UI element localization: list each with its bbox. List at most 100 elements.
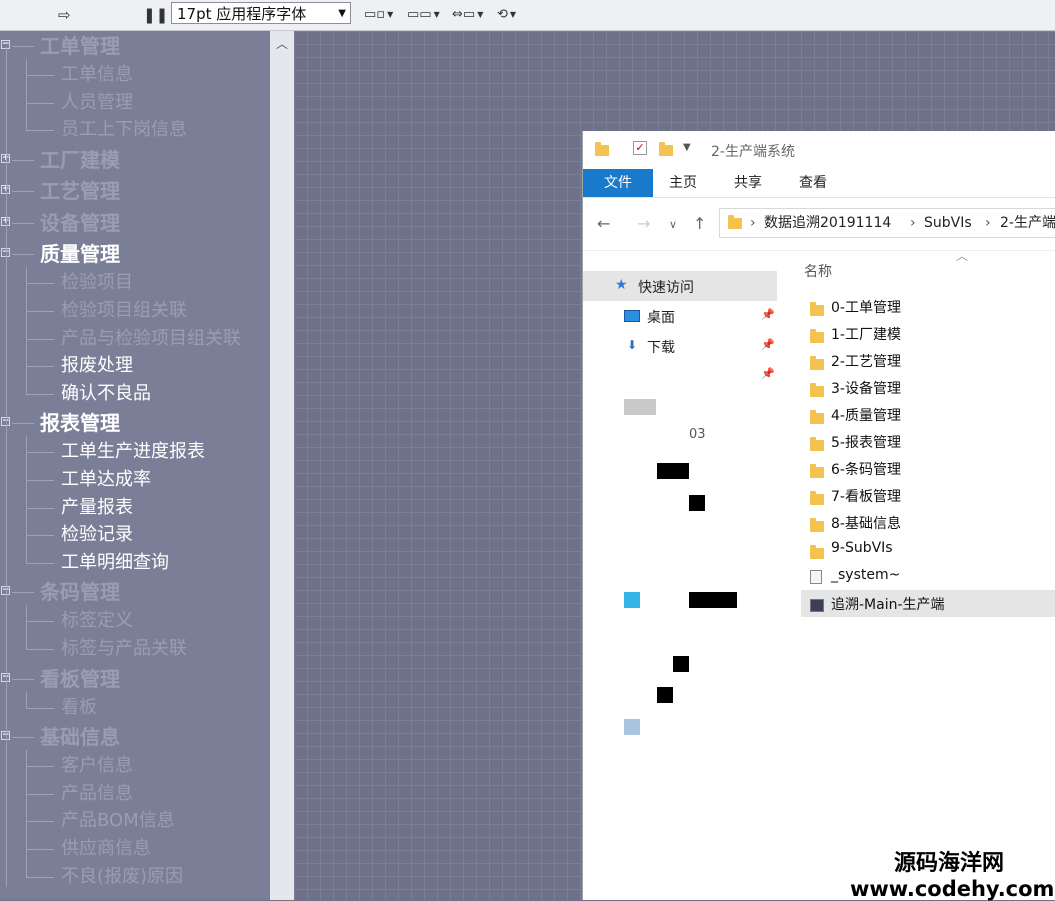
tree-category[interactable]: −基础信息 <box>0 724 270 750</box>
file-icon-wrapper <box>810 301 824 320</box>
file-icon-wrapper <box>810 436 824 455</box>
tree-category[interactable]: −报表管理 <box>0 410 270 436</box>
file-list-item[interactable]: 7-看板管理 <box>801 482 1055 509</box>
file-list-item[interactable]: 1-工厂建模 <box>801 320 1055 347</box>
tree-item[interactable]: 工单生产进度报表 <box>0 439 270 465</box>
folder-icon <box>810 302 824 316</box>
tree-item-label: 员工上下岗信息 <box>61 119 187 141</box>
tree-category[interactable]: +工厂建模 <box>0 147 270 173</box>
file-name: 9-SubVIs <box>831 540 893 556</box>
tab-file[interactable]: 文件 <box>583 169 653 197</box>
scroll-up-icon[interactable]: ︿ <box>276 35 288 52</box>
file-list-item[interactable]: 0-工单管理 <box>801 293 1055 320</box>
address-bar[interactable]: › 数据追溯20191114 › SubVIs › 2-生产端 <box>719 208 1055 238</box>
tree-item[interactable]: 人员管理 <box>0 90 270 116</box>
file-list-item[interactable]: 追溯-Main-生产端 <box>801 590 1055 617</box>
tab-share[interactable]: 共享 <box>734 169 762 197</box>
tree-category[interactable]: +设备管理 <box>0 210 270 236</box>
file-name: 0-工单管理 <box>831 300 901 316</box>
font-select[interactable]: 17pt 应用程序字体 ▼ <box>171 2 351 24</box>
tree-category[interactable]: +工艺管理 <box>0 178 270 204</box>
breadcrumb-part[interactable]: 数据追溯20191114 <box>764 209 891 237</box>
align-icon[interactable]: ▭▫ ▼ <box>364 4 393 24</box>
tree-item[interactable]: 检验项目组关联 <box>0 298 270 324</box>
redaction-block <box>689 592 737 608</box>
tree-item[interactable]: 供应商信息 <box>0 836 270 862</box>
tree-item-label: 看板 <box>61 696 97 718</box>
tree-scrollbar[interactable]: ︿ <box>270 31 294 900</box>
nav-item-desktop[interactable]: 桌面 📌 <box>583 303 777 329</box>
redaction-block <box>657 687 673 703</box>
tree-item[interactable]: 工单信息 <box>0 62 270 88</box>
file-name: 8-基础信息 <box>831 516 901 532</box>
tree-category[interactable]: −条码管理 <box>0 579 270 605</box>
file-name: 1-工厂建模 <box>831 327 901 343</box>
tree-item-label: 工单生产进度报表 <box>61 441 205 463</box>
tree-connector <box>12 159 34 161</box>
tree-item[interactable]: 工单明细查询 <box>0 550 270 576</box>
tree-item-label: 标签与产品关联 <box>61 637 187 659</box>
tree-category[interactable]: − 工单管理 <box>0 33 270 59</box>
tree-item[interactable]: 员工上下岗信息 <box>0 117 270 143</box>
tree-item[interactable]: 标签与产品关联 <box>0 636 270 662</box>
tree-category[interactable]: −质量管理 <box>0 241 270 267</box>
tree-connector <box>12 222 34 224</box>
tree-item[interactable]: 产量报表 <box>0 495 270 521</box>
tree-connector <box>12 737 34 739</box>
nav-item-quick-access[interactable]: ★ 快速访问 <box>583 271 777 301</box>
reorder-icon[interactable]: ⟲ ▼ <box>497 4 516 24</box>
tab-view[interactable]: 查看 <box>799 169 827 197</box>
distribute-icon[interactable]: ▭▭ ▼ <box>407 4 440 24</box>
file-list-item[interactable]: 4-质量管理 <box>801 401 1055 428</box>
tree-connector <box>26 75 54 76</box>
file-list-item[interactable]: 5-报表管理 <box>801 428 1055 455</box>
file-name: 3-设备管理 <box>831 381 901 397</box>
file-name: 追溯-Main-生产端 <box>831 597 945 613</box>
file-list-item[interactable]: 3-设备管理 <box>801 374 1055 401</box>
tree-item[interactable]: 产品信息 <box>0 781 270 807</box>
forward-arrow-icon[interactable]: → <box>637 214 650 233</box>
tree-item[interactable]: 确认不良品 <box>0 381 270 407</box>
customize-dropdown-icon[interactable]: ▼ <box>683 142 691 153</box>
tree-item[interactable]: 客户信息 <box>0 753 270 779</box>
pin-icon[interactable]: 📌 <box>761 338 775 351</box>
resize-icon[interactable]: ⇔▭ ▼ <box>452 4 483 24</box>
file-list-item[interactable]: 8-基础信息 <box>801 509 1055 536</box>
tree-item[interactable]: 不良(报废)原因 <box>0 864 270 890</box>
file-list-item[interactable]: 2-工艺管理 <box>801 347 1055 374</box>
tree-item[interactable]: 检验记录 <box>0 522 270 548</box>
new-folder-icon[interactable] <box>659 142 673 156</box>
module-tree: −工单管理工单信息人员管理员工上下岗信息 +工厂建模 +工艺管理 +设备管理 −质量管理… <box>0 31 270 900</box>
file-name: _system~ <box>831 567 901 583</box>
file-name: 7-看板管理 <box>831 489 901 505</box>
tree-item[interactable]: 标签定义 <box>0 608 270 634</box>
tree-item[interactable]: 产品与检验项目组关联 <box>0 326 270 352</box>
tree-item[interactable]: 检验项目 <box>0 270 270 296</box>
pause-icon[interactable]: ❚❚ <box>143 6 168 24</box>
back-arrow-icon[interactable]: ← <box>597 214 610 233</box>
pin-icon[interactable]: 📌 <box>761 367 775 380</box>
tree-connector <box>6 47 7 887</box>
file-list-item[interactable]: 6-条码管理 <box>801 455 1055 482</box>
tree-item[interactable]: 产品BOM信息 <box>0 808 270 834</box>
tab-home[interactable]: 主页 <box>669 169 697 197</box>
up-arrow-icon[interactable]: ↑ <box>693 214 706 233</box>
recent-dropdown-icon[interactable]: ∨ <box>669 218 677 231</box>
properties-check-icon[interactable]: ✓ <box>633 141 647 155</box>
tree-category[interactable]: −看板管理 <box>0 666 270 692</box>
pin-icon[interactable]: 📌 <box>761 308 775 321</box>
breadcrumb-part[interactable]: SubVIs <box>924 209 972 237</box>
tree-item[interactable]: 看板 <box>0 695 270 721</box>
file-list-item[interactable]: 9-SubVIs <box>801 536 1055 563</box>
tree-connector <box>12 46 34 47</box>
nav-item-downloads[interactable]: ⬇ 下载 📌 <box>583 333 777 359</box>
breadcrumb-part[interactable]: 2-生产端 <box>1000 209 1055 237</box>
chevron-right-icon: › <box>985 215 991 231</box>
tree-item[interactable]: 报废处理 <box>0 353 270 379</box>
folder-icon <box>810 329 824 343</box>
file-list-item[interactable]: _system~ <box>801 563 1055 590</box>
column-header-name[interactable]: 名称 <box>804 261 832 281</box>
tree-item[interactable]: 工单达成率 <box>0 467 270 493</box>
run-arrow-icon[interactable]: ⇨ <box>58 6 71 24</box>
tree-connector <box>26 707 54 709</box>
